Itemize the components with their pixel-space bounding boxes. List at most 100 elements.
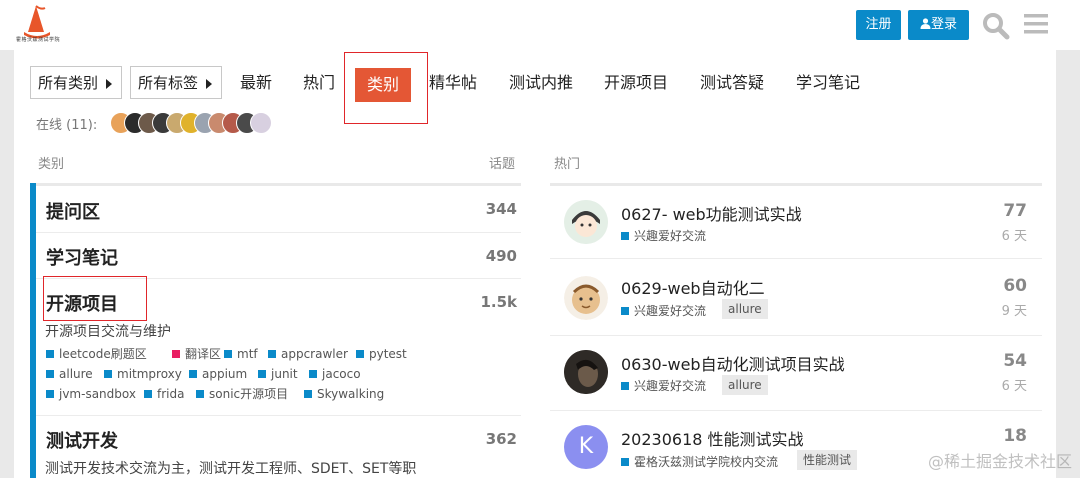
topic-reply-count: 18 [1003, 426, 1027, 446]
topic-tag[interactable]: allure [722, 375, 768, 395]
site-header: 霍格沃兹测试学院 注册 登录 [0, 0, 1080, 50]
online-label: 在线 (11): [36, 118, 98, 133]
category-count: 344 [485, 200, 517, 218]
subcategory-link[interactable]: mitmproxy [104, 367, 182, 381]
topic-title[interactable]: 0627- web功能测试实战 [621, 201, 802, 225]
topic-category[interactable]: 兴趣爱好交流 [621, 227, 706, 244]
logo-text: 霍格沃兹测试学院 [16, 37, 61, 43]
topic-age: 6 天 [1001, 379, 1027, 394]
color-square [104, 370, 112, 378]
divider [550, 335, 1042, 336]
tag-dropdown[interactable]: 所有标签 [130, 66, 222, 99]
color-square [304, 390, 312, 398]
categories-header: 类别 [38, 157, 65, 172]
color-square [189, 370, 197, 378]
subcategory-link[interactable]: junit [258, 367, 298, 381]
subcategory-link[interactable]: appium [189, 367, 247, 381]
subcategory-link[interactable]: jvm-sandbox [46, 387, 136, 401]
topics-header: 话题 [489, 157, 516, 172]
hot-header: 热门 [554, 157, 581, 172]
color-square [621, 382, 629, 390]
topic-title[interactable]: 0629-web自动化二 [621, 275, 765, 299]
nav-job-referral[interactable]: 测试内推 [509, 66, 573, 99]
subcategory-link[interactable]: mtf [224, 347, 258, 361]
topic-reply-count: 60 [1003, 276, 1027, 296]
login-button[interactable]: 登录 [908, 10, 969, 40]
nav-open-source[interactable]: 开源项目 [604, 66, 668, 99]
category-count: 362 [485, 430, 517, 448]
avatar-image [564, 276, 608, 320]
categories-divider [30, 183, 521, 186]
main-content: 所有类别 所有标签 最新 热门 类别 精华帖 测试内推 开源项目 测试答疑 学习… [14, 50, 1056, 478]
color-square [268, 350, 276, 358]
tag-dropdown-label: 所有标签 [138, 74, 199, 92]
avatar[interactable]: K [564, 425, 608, 469]
subcategory-link[interactable]: leetcode刷题区 [46, 347, 147, 361]
category-description: 测试开发技术交流为主，测试开发工程师、SDET、SET等职 [45, 461, 417, 477]
divider [550, 410, 1042, 411]
topic-title[interactable]: 0630-web自动化测试项目实战 [621, 351, 845, 375]
subcategory-link[interactable]: 翻译区 [172, 347, 221, 361]
color-square [224, 350, 232, 358]
hamburger-menu-icon[interactable] [1024, 12, 1048, 36]
color-square [46, 370, 54, 378]
category-dropdown-label: 所有类别 [38, 74, 99, 92]
avatar-image [564, 350, 608, 394]
color-square [196, 390, 204, 398]
topic-reply-count: 77 [1003, 201, 1027, 221]
subcategory-link[interactable]: jacoco [309, 367, 361, 381]
caret-right-icon [106, 79, 112, 89]
color-square [46, 390, 54, 398]
color-square [356, 350, 364, 358]
topic-tag[interactable]: allure [722, 299, 768, 319]
topic-title[interactable]: 20230618 性能测试实战 [621, 426, 804, 450]
avatar[interactable] [564, 350, 608, 394]
search-icon[interactable] [982, 12, 1010, 40]
color-square [309, 370, 317, 378]
subcategory-link[interactable]: allure [46, 367, 93, 381]
register-button[interactable]: 注册 [856, 10, 901, 40]
caret-right-icon [206, 79, 212, 89]
topic-age: 9 天 [1001, 304, 1027, 319]
subcategory-link[interactable]: Skywalking [304, 387, 384, 401]
topic-tag[interactable]: 性能测试 [797, 450, 858, 470]
color-square [46, 350, 54, 358]
category-count: 1.5k [480, 293, 517, 311]
topic-age: 6 天 [1001, 229, 1027, 244]
subcategory-link[interactable]: sonic开源项目 [196, 387, 288, 401]
nav-qa[interactable]: 测试答疑 [700, 66, 764, 99]
color-square [144, 390, 152, 398]
watermark: @稀土掘金技术社区 [927, 452, 1072, 471]
subcategory-link[interactable]: appcrawler [268, 347, 348, 361]
hot-divider [550, 183, 1042, 186]
nav-study-notes[interactable]: 学习笔记 [796, 66, 860, 99]
avatar[interactable] [250, 112, 272, 134]
avatar[interactable] [564, 200, 608, 244]
nav-top[interactable]: 热门 [303, 66, 335, 99]
avatar[interactable] [564, 276, 608, 320]
color-square [621, 232, 629, 240]
category-title[interactable]: 学习笔记 [46, 244, 118, 270]
topic-category[interactable]: 兴趣爱好交流 [621, 302, 706, 319]
highlight-box-category [43, 276, 147, 321]
category-title[interactable]: 测试开发 [46, 427, 118, 453]
color-square [172, 350, 180, 358]
category-title[interactable]: 提问区 [46, 198, 100, 224]
color-square [621, 458, 629, 466]
avatar-image [564, 200, 608, 244]
subcategory-link[interactable]: frida [144, 387, 184, 401]
user-icon [920, 18, 931, 29]
category-dropdown[interactable]: 所有类别 [30, 66, 122, 99]
topic-category[interactable]: 霍格沃兹测试学院校内交流 [621, 453, 778, 470]
subcategory-link[interactable]: pytest [356, 347, 407, 361]
nav-featured[interactable]: 精华帖 [429, 66, 477, 99]
divider [36, 232, 521, 233]
nav-latest[interactable]: 最新 [240, 66, 272, 99]
color-square [621, 307, 629, 315]
topic-category[interactable]: 兴趣爱好交流 [621, 377, 706, 394]
topic-reply-count: 54 [1003, 351, 1027, 371]
category-description: 开源项目交流与维护 [45, 324, 171, 340]
color-square [258, 370, 266, 378]
category-color-bar [30, 183, 36, 478]
category-count: 490 [485, 247, 517, 265]
